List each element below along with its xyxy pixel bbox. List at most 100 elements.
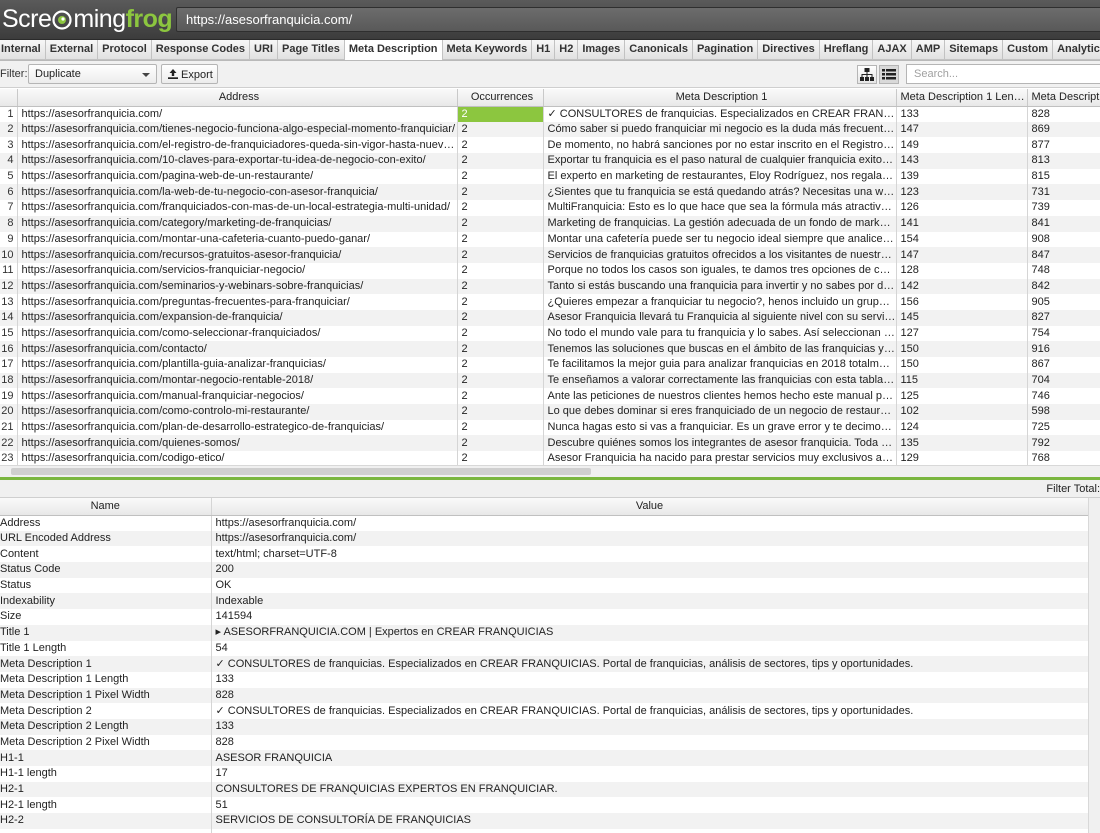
tab-protocol[interactable]: Protocol (97, 40, 152, 60)
detail-name-cell: Meta Description 2 Length (0, 718, 212, 735)
address-cell: https://asesorfranquicia.com/montar-una-… (17, 231, 458, 248)
detail-row[interactable]: Indexability Indexable (0, 593, 1088, 610)
detail-row[interactable]: Address https://asesorfranquicia.com/ (0, 515, 1088, 531)
detail-row[interactable]: Title 1 ▸ ASESORFRANQUICIA.COM | Expertos… (0, 624, 1088, 641)
row-number: 13 (0, 294, 18, 310)
column-header[interactable]: Value (211, 498, 1088, 516)
detail-row[interactable]: Title 1 Length 54 (0, 640, 1088, 657)
table-row[interactable]: 15 https://asesorfranquicia.com/como-sele… (0, 325, 1100, 342)
pixel-width-cell: 768 (1027, 451, 1100, 465)
table-row[interactable]: 13 https://asesorfranquicia.com/preguntas… (0, 294, 1100, 310)
column-header[interactable]: Name (0, 498, 212, 516)
table-row[interactable]: 11 https://asesorfranquicia.com/servicios… (0, 262, 1100, 279)
column-header[interactable]: Address (17, 89, 458, 107)
table-row[interactable]: 6 https://asesorfranquicia.com/la-web-de-… (0, 184, 1100, 201)
table-row[interactable]: 1 https://asesorfranquicia.com/2 ✓ CONSULT… (0, 106, 1100, 122)
table-row[interactable]: 20 https://asesorfranquicia.com/como-cont… (0, 404, 1100, 420)
table-row[interactable]: 7 https://asesorfranquicia.com/franquicia… (0, 200, 1100, 216)
table-row[interactable]: 2 https://asesorfranquicia.com/tienes-neg… (0, 121, 1100, 138)
detail-row[interactable]: Content text/html; charset=UTF-8 (0, 546, 1088, 563)
detail-row[interactable]: Meta Description 2 ✓ CONSULTORES de franq… (0, 703, 1088, 719)
column-header[interactable]: Meta Description 1 Length (896, 89, 1028, 107)
detail-row[interactable]: H2-2 SERVICIOS DE CONSULTORÍA DE FRANQUIC… (0, 813, 1088, 829)
column-header[interactable]: Meta Description 1 (543, 89, 897, 107)
table-row[interactable]: 5 https://asesorfranquicia.com/pagina-web… (0, 168, 1100, 185)
table-row[interactable]: 16 https://asesorfranquicia.com/contacto/… (0, 341, 1100, 357)
tab-response-codes[interactable]: Response Codes (150, 40, 251, 60)
column-header[interactable] (0, 89, 18, 107)
tab-analytics[interactable]: Analytics (1052, 40, 1100, 60)
list-view-button[interactable] (879, 65, 899, 84)
detail-row[interactable]: Meta Description 2 Length 133 (0, 718, 1088, 735)
tab-pagination[interactable]: Pagination (691, 40, 759, 60)
tab-meta-keywords[interactable]: Meta Keywords (441, 40, 533, 60)
table-row[interactable]: 8 https://asesorfranquicia.com/category/m… (0, 215, 1100, 232)
pixel-width-cell: 905 (1027, 294, 1100, 310)
tab-page-titles[interactable]: Page Titles (276, 40, 345, 60)
scrollbar-thumb[interactable] (11, 468, 591, 475)
search-input[interactable] (906, 64, 1100, 84)
filter-dropdown[interactable]: Duplicate (28, 64, 157, 84)
tab-internal[interactable]: Internal (0, 40, 46, 60)
detail-row[interactable]: Meta Description 1 Length 133 (0, 671, 1088, 688)
url-input[interactable]: https://asesorfranquicia.com/ (176, 7, 1100, 32)
detail-row[interactable]: Meta Description 1 ✓ CONSULTORES de franq… (0, 656, 1088, 672)
occurrences-cell: 2 (457, 309, 544, 326)
detail-row[interactable]: H2-1 CONSULTORES DE FRANQUICIAS EXPERTOS … (0, 781, 1088, 798)
table-row[interactable]: 12 https://asesorfranquicia.com/seminario… (0, 278, 1100, 295)
column-header[interactable]: Meta Description 1 Pixel Width (1027, 89, 1100, 107)
column-header[interactable]: Occurrences (457, 89, 544, 107)
detail-value-cell: 200 (211, 562, 1088, 578)
table-row[interactable]: 10 https://asesorfranquicia.com/recursos-… (0, 247, 1100, 263)
detail-row[interactable]: Status OK (0, 577, 1088, 594)
tab-meta-description[interactable]: Meta Description (343, 40, 443, 60)
detail-row[interactable]: Meta Description 1 Pixel Width 828 (0, 687, 1088, 704)
detail-value-cell: 17 (211, 766, 1088, 782)
detail-row[interactable]: H1-1 ASESOR FRANQUICIA (0, 750, 1088, 766)
tab-directives[interactable]: Directives (757, 40, 820, 60)
table-row[interactable]: 21 https://asesorfranquicia.com/plan-de-d… (0, 419, 1100, 436)
tab-uri[interactable]: URI (249, 40, 278, 60)
pixel-width-cell: 869 (1027, 121, 1100, 138)
pixel-width-cell: 754 (1027, 325, 1100, 342)
tab-hreflang[interactable]: Hreflang (818, 40, 874, 60)
table-row[interactable]: 14 https://asesorfranquicia.com/expansion… (0, 309, 1100, 326)
address-cell: https://asesorfranquicia.com/como-contro… (17, 404, 458, 420)
tab-ajax[interactable]: AJAX (872, 40, 912, 60)
meta-description-cell: Nunca hagas esto si vas a franquiciar. E… (543, 419, 897, 436)
table-row[interactable]: 9 https://asesorfranquicia.com/montar-una… (0, 231, 1100, 248)
tab-sitemaps[interactable]: Sitemaps (944, 40, 1004, 60)
vertical-scrollbar[interactable] (1088, 498, 1100, 833)
table-row[interactable]: 4 https://asesorfranquicia.com/10-claves-… (0, 153, 1100, 169)
tab-custom[interactable]: Custom (1002, 40, 1054, 60)
tab-h1[interactable]: H1 (531, 40, 556, 60)
export-button[interactable]: Export (161, 64, 218, 84)
tree-view-button[interactable] (857, 65, 877, 84)
table-row[interactable]: 17 https://asesorfranquicia.com/plantilla… (0, 357, 1100, 373)
tab-h2[interactable]: H2 (554, 40, 579, 60)
tab-canonicals[interactable]: Canonicals (624, 40, 693, 60)
table-row[interactable]: 19 https://asesorfranquicia.com/manual-fr… (0, 388, 1100, 405)
pixel-width-cell: 704 (1027, 372, 1100, 389)
detail-row[interactable]: Size 141594 (0, 609, 1088, 625)
detail-row[interactable]: URL Encoded Address https://asesorfranqui… (0, 530, 1088, 547)
table-row[interactable]: 3 https://asesorfranquicia.com/el-registr… (0, 137, 1100, 154)
detail-row[interactable]: H2-1 length 51 (0, 797, 1088, 814)
detail-row[interactable]: Status Code 200 (0, 562, 1088, 578)
horizontal-scrollbar[interactable] (0, 465, 1100, 477)
detail-value-cell: 133 (211, 718, 1088, 735)
length-cell: 115 (896, 372, 1028, 389)
detail-row[interactable]: Meta Description 2 Pixel Width 828 (0, 734, 1088, 751)
tab-images[interactable]: Images (577, 40, 626, 60)
table-row[interactable]: 18 https://asesorfranquicia.com/montar-ne… (0, 372, 1100, 389)
length-cell: 154 (896, 231, 1028, 248)
table-row[interactable]: 22 https://asesorfranquicia.com/quienes-s… (0, 435, 1100, 452)
tab-external[interactable]: External (44, 40, 99, 60)
detail-row[interactable]: H1-1 length 17 (0, 766, 1088, 782)
pixel-width-cell: 827 (1027, 309, 1100, 326)
table-row[interactable]: 23 https://asesorfranquicia.com/codigo-et… (0, 451, 1100, 465)
detail-name-cell: Status (0, 577, 212, 594)
tab-amp[interactable]: AMP (910, 40, 946, 60)
row-number: 1 (0, 106, 18, 122)
tree-view-icon (860, 68, 874, 81)
